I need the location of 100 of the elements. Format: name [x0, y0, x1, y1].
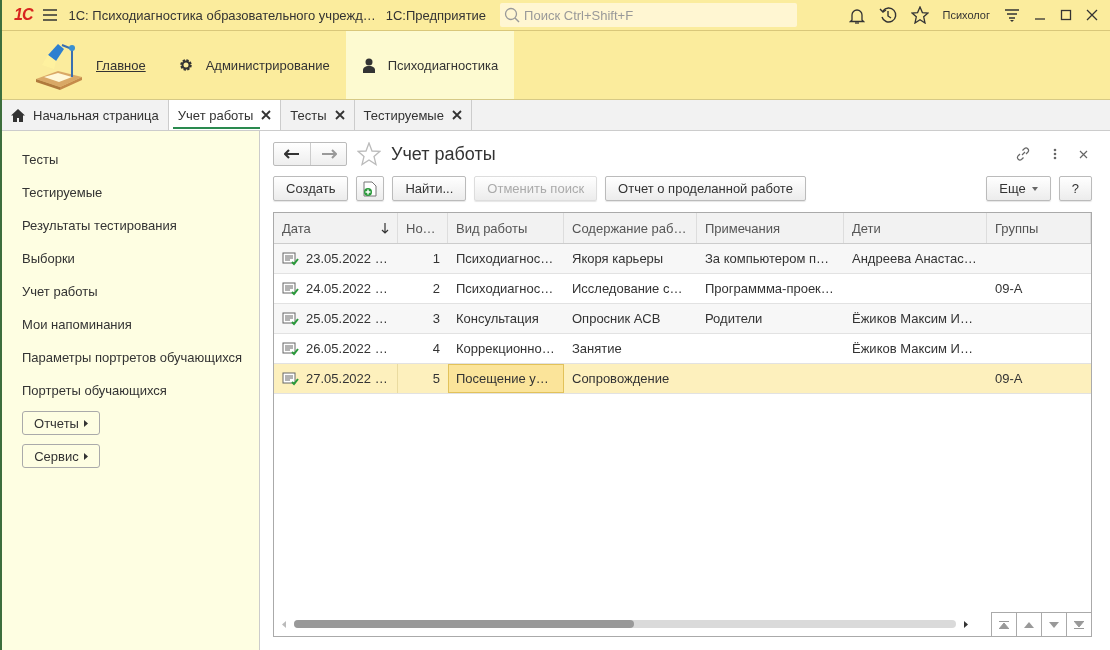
close-icon[interactable]: [261, 110, 272, 120]
table-cell-text: 2: [431, 280, 441, 298]
table-cell-text: 3: [431, 310, 441, 328]
close-icon[interactable]: [1086, 9, 1098, 21]
window-title: 1С: Психодиагностика образовательного учрежд…: [68, 7, 376, 23]
next-row-button[interactable]: [1041, 612, 1066, 636]
add-button[interactable]: [356, 176, 385, 201]
sort-down-icon: [381, 222, 389, 234]
caret-icon: [83, 452, 88, 460]
toolbar-button[interactable]: Создать: [273, 176, 349, 201]
table-cell-text: 09-А: [994, 370, 1024, 388]
table-cell-text: Ёжиков Максим И…: [851, 340, 974, 358]
form-title: Учет работы: [391, 143, 496, 165]
arrow-right-icon: [320, 149, 337, 159]
posted-document-icon: [282, 281, 300, 296]
link-icon[interactable]: [1015, 146, 1031, 162]
scroll-right-icon[interactable]: [964, 620, 968, 628]
star-icon[interactable]: [910, 6, 929, 24]
search-icon: [504, 7, 521, 23]
home-icon: [11, 108, 25, 122]
menu-icon[interactable]: [42, 8, 59, 22]
table-row[interactable]: 23.05.2022 … 1 Психодиагнос… Якоря карьеры За компьютером п… Андреева Анастас…: [274, 244, 1091, 274]
gear-icon: [177, 57, 194, 73]
bell-icon[interactable]: [848, 6, 865, 24]
table-cell-text: Психодиагнос…: [455, 280, 555, 298]
table-cell: Посещение у…: [448, 364, 564, 393]
column-header[interactable]: Вид работы: [448, 213, 564, 243]
page-tab[interactable]: Тестируемые: [354, 100, 472, 130]
posted-document-icon: [282, 371, 300, 386]
first-row-button[interactable]: [991, 612, 1016, 636]
toolbar-button[interactable]: Найти...: [392, 176, 467, 201]
table-cell-text: Исследование с…: [571, 280, 684, 298]
table-cell: 27.05.2022 …: [274, 364, 398, 393]
table-row[interactable]: 27.05.2022 … 5 Посещение у… Сопровождение 09-А: [274, 364, 1091, 394]
settings-menu-icon[interactable]: [1004, 7, 1020, 23]
section-tab[interactable]: Администрирование: [161, 31, 346, 99]
table-cell-text: Консультация: [455, 310, 540, 328]
table-row[interactable]: 25.05.2022 … 3 Консультация Опросник АСВ Родители Ёжиков Максим И…: [274, 304, 1091, 334]
toolbar-button[interactable]: Отчет о проделанной работе: [605, 176, 806, 201]
sidebar-item[interactable]: Тесты: [22, 147, 259, 180]
maximize-icon[interactable]: [1060, 9, 1072, 21]
table-cell-text: Коррекционно…: [455, 340, 556, 358]
section-tab[interactable]: Психодиагностика: [345, 31, 515, 99]
user-name[interactable]: Психолог: [942, 9, 990, 21]
sidebar-item[interactable]: Тестируемые: [22, 180, 259, 213]
star-icon[interactable]: [357, 142, 381, 166]
help-button[interactable]: ?: [1058, 176, 1092, 201]
sidebar-item[interactable]: Учет работы: [22, 279, 259, 312]
sidebar-item[interactable]: Параметры портретов обучающихся: [22, 345, 259, 378]
posted-document-icon: [282, 341, 300, 356]
page-tab[interactable]: Начальная страница: [2, 100, 169, 130]
menu-button[interactable]: Сервис: [22, 444, 100, 468]
section-tab[interactable]: Главное: [16, 31, 162, 99]
sidebar-item[interactable]: Результаты тестирования: [22, 213, 259, 246]
app-logo[interactable]: 1С: [14, 6, 33, 24]
arrow-left-icon: [284, 149, 300, 159]
table-cell-text: Психодиагнос…: [455, 250, 555, 268]
table-cell-text: Родители: [704, 310, 764, 328]
search-field[interactable]: Поиск Ctrl+Shift+F: [500, 3, 798, 27]
table-cell-text: Якоря карьеры: [571, 250, 665, 268]
page-tab[interactable]: Тесты: [281, 100, 355, 130]
table-cell-text: Программма-проек…: [704, 280, 835, 298]
caret-icon: [1031, 186, 1038, 191]
person-icon: [361, 57, 376, 73]
table-cell-text: За компьютером п…: [704, 250, 831, 268]
scrollbar-thumb[interactable]: [294, 620, 634, 628]
close-icon[interactable]: [334, 110, 345, 120]
previous-row-button[interactable]: [1016, 612, 1041, 636]
page-tab[interactable]: Учет работы: [168, 100, 282, 130]
add-document-icon: [363, 180, 378, 197]
sidebar-item[interactable]: Мои напоминания: [22, 312, 259, 345]
more-button[interactable]: Еще: [986, 176, 1051, 201]
down-icon: [1049, 621, 1059, 628]
table-cell-text: Опросник АСВ: [571, 310, 662, 328]
column-header[interactable]: Дата: [274, 213, 398, 243]
up-icon: [1024, 621, 1034, 628]
close-icon[interactable]: [451, 110, 462, 120]
column-header[interactable]: Группы: [987, 213, 1091, 243]
table-cell-text: Андреева Анастас…: [851, 250, 978, 268]
column-header[interactable]: Но…: [398, 213, 448, 243]
table-cell-text: 1: [431, 250, 441, 268]
last-row-button[interactable]: [1066, 612, 1091, 636]
sidebar-item[interactable]: Выборки: [22, 246, 259, 279]
caret-icon: [83, 419, 88, 427]
table-cell: 23.05.2022 …: [274, 244, 398, 273]
table-cell-text: 5: [431, 370, 441, 388]
table-cell-text: 4: [431, 340, 441, 358]
close-icon[interactable]: [1079, 149, 1088, 159]
table-cell: 24.05.2022 …: [274, 274, 398, 303]
menu-button[interactable]: Отчеты: [22, 411, 100, 435]
table-cell: 25.05.2022 …: [274, 304, 398, 333]
column-header[interactable]: Содержание раб…: [564, 213, 697, 243]
column-header[interactable]: Дети: [844, 213, 987, 243]
last-icon: [1074, 620, 1084, 629]
more-icon[interactable]: [1053, 148, 1057, 160]
table-cell-text: 09-А: [994, 280, 1024, 298]
column-header[interactable]: Примечания: [697, 213, 844, 243]
scrollbar-track[interactable]: [294, 620, 956, 628]
history-icon[interactable]: [878, 6, 897, 24]
sidebar-item[interactable]: Портреты обучающихся: [22, 378, 259, 411]
